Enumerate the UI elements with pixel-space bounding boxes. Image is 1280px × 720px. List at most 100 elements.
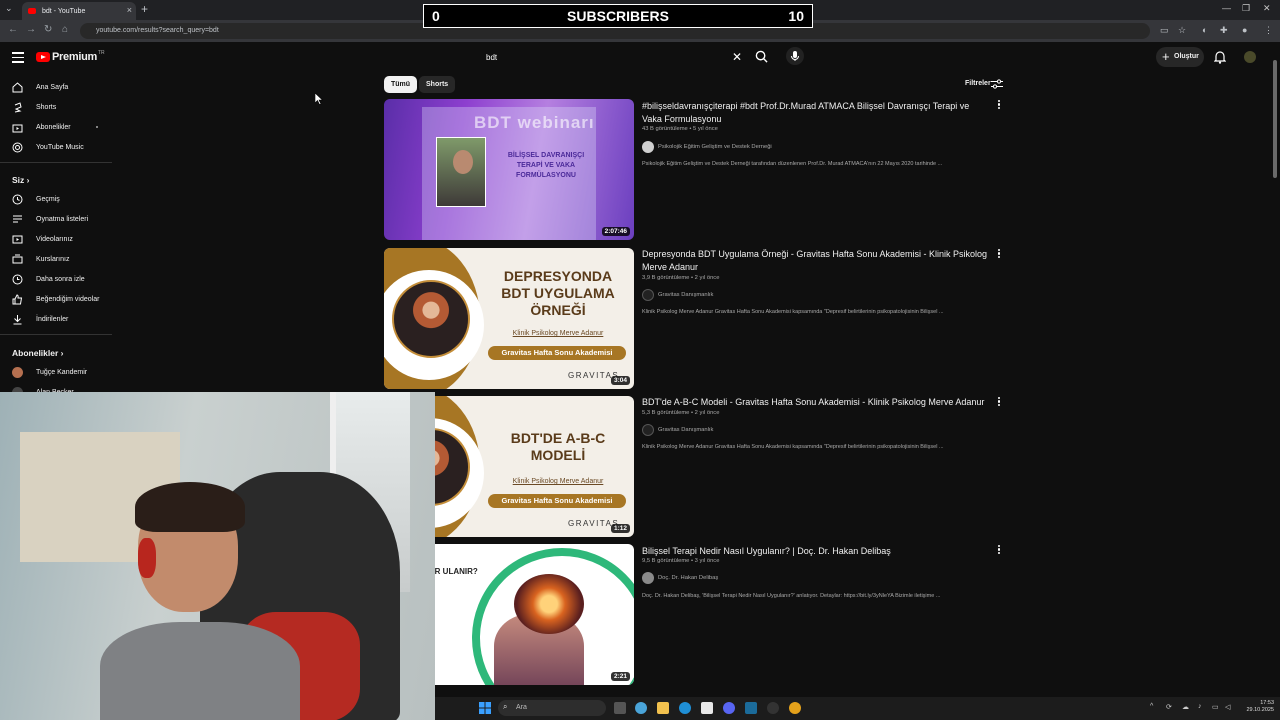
chrome-icon[interactable] xyxy=(789,702,801,714)
back-icon[interactable]: ← xyxy=(8,24,18,35)
create-label: Oluştur xyxy=(1174,53,1199,60)
maximize-icon[interactable]: ❐ xyxy=(1242,3,1250,14)
download-icon xyxy=(13,314,22,324)
tab-search-icon[interactable]: ⌄ xyxy=(5,3,13,14)
bookmark-star-icon[interactable]: ☆ xyxy=(1178,25,1186,36)
search-icon[interactable] xyxy=(755,50,768,63)
video-title[interactable]: Bilişsel Terapi Nedir Nasıl Uygulanır? |… xyxy=(642,545,987,558)
file-explorer-icon[interactable] xyxy=(657,702,669,714)
windows-start-icon[interactable] xyxy=(479,702,491,714)
thumbnail-pill: Gravitas Hafta Sonu Akademisi xyxy=(488,494,626,508)
more-actions-icon[interactable] xyxy=(996,249,1002,259)
video-title[interactable]: Depresyonda BDT Uygulama Örneği - Gravit… xyxy=(642,248,987,274)
edge-icon[interactable] xyxy=(679,702,691,714)
sidebar-item-history[interactable]: Geçmiş xyxy=(0,189,112,209)
obs-icon[interactable] xyxy=(767,702,779,714)
browser-tab[interactable]: bdt - YouTube × xyxy=(22,2,136,20)
video-description: Klinik Psikolog Merve Adanur Gravitas Ha… xyxy=(642,444,944,450)
more-actions-icon[interactable] xyxy=(996,397,1002,407)
sidebar-item-shorts[interactable]: Shorts xyxy=(0,97,112,117)
sidebar-item-playlists[interactable]: Oynatma listeleri xyxy=(0,209,112,229)
tray-volume-icon[interactable]: ◁ xyxy=(1225,703,1230,711)
filters-icon[interactable] xyxy=(991,79,1003,89)
channel-name: Doç. Dr. Hakan Delibaş xyxy=(658,575,719,581)
page-scrollbar[interactable] xyxy=(1271,42,1280,697)
search-input[interactable] xyxy=(478,47,748,68)
video-channel[interactable]: Doç. Dr. Hakan Delibaş xyxy=(642,572,718,584)
forward-icon[interactable]: → xyxy=(26,24,36,35)
tray-network-icon[interactable]: ▭ xyxy=(1212,703,1219,711)
tab-title: bdt - YouTube xyxy=(42,7,86,15)
youtube-logo[interactable]: Premium TR xyxy=(36,50,105,63)
video-channel[interactable]: Psikolojik Eğitim Geliştim ve Destek Der… xyxy=(642,141,772,153)
steam-icon[interactable] xyxy=(745,702,757,714)
home-browser-icon[interactable]: ⌂ xyxy=(62,24,68,35)
sidebar-item-watch-later[interactable]: Daha sonra izle xyxy=(0,269,112,289)
mouse-cursor-icon xyxy=(315,93,323,105)
shorts-icon xyxy=(14,101,22,112)
tab-close-icon[interactable]: × xyxy=(127,5,132,15)
discord-icon[interactable] xyxy=(723,702,735,714)
channel-avatar xyxy=(12,366,23,378)
notifications-bell-icon[interactable] xyxy=(1214,50,1226,64)
youtube-favicon-icon xyxy=(28,8,36,14)
reload-icon[interactable]: ↻ xyxy=(44,24,52,35)
music-icon xyxy=(12,142,23,152)
sidebar-item-subscriptions[interactable]: Abonelikler xyxy=(0,117,112,137)
person-hair xyxy=(135,482,245,532)
more-actions-icon[interactable] xyxy=(996,100,1002,110)
sidebar-item-downloads[interactable]: İndirilenler xyxy=(0,309,112,329)
voice-search-button[interactable] xyxy=(786,47,804,65)
new-tab-icon[interactable]: + xyxy=(141,2,148,16)
video-description: Doç. Dr. Hakan Delibaş, 'Bilişsel Terapi… xyxy=(642,593,941,599)
video-meta: 43 B görüntüleme • 5 yıl önce xyxy=(642,126,718,132)
thumbnail-banner: BDT webinarı xyxy=(474,113,595,132)
install-icon[interactable]: ▭ xyxy=(1160,25,1169,36)
sidebar-channel-item[interactable]: Tuğçe Kandemir xyxy=(0,362,112,382)
extension-icon[interactable]: ◐ xyxy=(1202,25,1207,35)
puzzle-icon[interactable]: ✚ xyxy=(1220,25,1228,36)
video-channel[interactable]: Gravitas Danışmanlık xyxy=(642,289,713,301)
browser-menu-icon[interactable]: ⋮ xyxy=(1264,25,1273,36)
sidebar-item-label: Kurslarınız xyxy=(36,255,70,263)
liked-icon xyxy=(12,293,23,304)
sidebar-item-liked[interactable]: Beğendiğim videolar xyxy=(0,289,112,309)
person-shirt xyxy=(100,622,300,720)
tray-mic-icon[interactable]: ♪ xyxy=(1198,703,1202,710)
more-actions-icon[interactable] xyxy=(996,545,1002,555)
scrollbar-thumb[interactable] xyxy=(1273,60,1277,178)
tray-cloud-icon[interactable]: ☁ xyxy=(1182,703,1189,711)
menu-icon[interactable] xyxy=(12,52,24,66)
sidebar-item-label: YouTube Music xyxy=(36,143,84,151)
video-thumbnail[interactable]: BDT webinarı BİLİŞSEL DAVRANIŞÇI TERAPİ … xyxy=(384,99,634,240)
chip-shorts[interactable]: Shorts xyxy=(419,76,456,93)
sidebar-subscriptions-heading[interactable]: Abonelikler › xyxy=(12,348,64,358)
video-title[interactable]: #bilişseldavranışçiterapi #bdt Prof.Dr.M… xyxy=(642,100,987,126)
tray-chevron-icon[interactable]: ^ xyxy=(1150,703,1153,710)
video-title[interactable]: BDT'de A-B-C Modeli - Gravitas Hafta Son… xyxy=(642,396,987,409)
store-icon[interactable] xyxy=(701,702,713,714)
clear-search-icon[interactable]: ✕ xyxy=(732,50,742,64)
task-view-icon[interactable] xyxy=(614,702,626,714)
minimize-icon[interactable]: — xyxy=(1222,3,1231,13)
taskbar-search[interactable]: Ara xyxy=(498,700,606,716)
sidebar-item-music[interactable]: YouTube Music xyxy=(0,137,112,157)
your-videos-icon xyxy=(12,235,23,243)
tray-sync-icon[interactable]: ⟳ xyxy=(1166,703,1172,711)
sidebar-item-your-videos[interactable]: Videolarınız xyxy=(0,229,112,249)
chip-all[interactable]: Tümü xyxy=(384,76,418,93)
sidebar-item-courses[interactable]: Kurslarınız xyxy=(0,249,112,269)
create-button[interactable]: Oluştur xyxy=(1156,47,1204,67)
account-avatar[interactable] xyxy=(1244,51,1256,63)
profile-icon[interactable]: ● xyxy=(1242,25,1247,35)
sidebar-you-heading[interactable]: Siz › xyxy=(12,175,30,185)
video-channel[interactable]: Gravitas Danışmanlık xyxy=(642,424,713,436)
video-meta: 9,5 B görüntüleme • 3 yıl önce xyxy=(642,558,720,564)
sidebar-item-home[interactable]: Ana Sayfa xyxy=(0,77,112,97)
filters-button[interactable]: Filtreler xyxy=(965,80,991,87)
taskbar-clock[interactable]: 17:53 29.10.2025 xyxy=(1238,700,1274,714)
copilot-icon[interactable] xyxy=(635,702,647,714)
video-thumbnail[interactable]: DEPRESYONDA BDT UYGULAMA ÖRNEĞİ Klinik P… xyxy=(384,248,634,389)
close-window-icon[interactable]: ✕ xyxy=(1263,3,1271,14)
sidebar-item-label: Beğendiğim videolar xyxy=(36,295,100,303)
